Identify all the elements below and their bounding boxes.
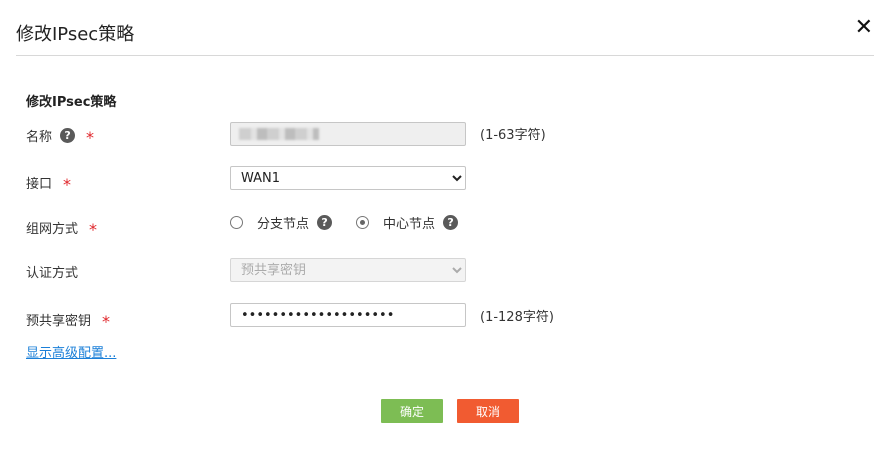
- radio-label: 分支节点: [257, 217, 310, 232]
- network-mode-label: 组网方式: [26, 222, 79, 237]
- help-icon[interactable]: ?: [60, 128, 76, 143]
- dialog-title: 修改IPsec策略: [16, 24, 135, 45]
- required-icon: *: [102, 312, 111, 331]
- required-icon: *: [89, 220, 98, 239]
- section-title: 修改IPsec策略: [26, 95, 117, 110]
- psk-hint: (1-128字符): [480, 310, 554, 325]
- name-value-redacted: [239, 128, 319, 140]
- interface-select[interactable]: WAN1: [230, 166, 466, 190]
- auth-method-label-row: 认证方式: [26, 262, 78, 281]
- name-label: 名称: [26, 130, 53, 145]
- close-icon[interactable]: ✕: [855, 17, 873, 39]
- radio-button-checked[interactable]: [356, 216, 370, 229]
- advanced-config-link[interactable]: 显示高级配置...: [26, 342, 116, 361]
- required-icon: *: [63, 175, 72, 194]
- header-divider: [16, 55, 874, 56]
- help-icon[interactable]: ?: [443, 215, 459, 230]
- psk-input[interactable]: [230, 303, 466, 327]
- radio-label: 中心节点: [383, 217, 436, 232]
- interface-label: 接口: [26, 177, 53, 192]
- auth-method-label: 认证方式: [26, 266, 79, 281]
- required-icon: *: [86, 128, 95, 147]
- interface-label-row: 接口 *: [26, 171, 71, 194]
- psk-label: 预共享密钥: [26, 314, 92, 329]
- ok-button[interactable]: 确定: [381, 399, 443, 423]
- psk-label-row: 预共享密钥 *: [26, 308, 110, 331]
- auth-method-select[interactable]: 预共享密钥: [230, 258, 466, 282]
- cancel-button[interactable]: 取消: [457, 399, 519, 423]
- radio-button[interactable]: [230, 216, 243, 229]
- name-field[interactable]: [230, 122, 466, 146]
- radio-branch-node[interactable]: 分支节点 ?: [230, 213, 333, 232]
- help-icon[interactable]: ?: [317, 215, 333, 230]
- network-mode-label-row: 组网方式 *: [26, 216, 97, 239]
- radio-center-node[interactable]: 中心节点 ?: [356, 213, 459, 232]
- name-hint: (1-63字符): [480, 128, 546, 143]
- network-mode-radio-group: 分支节点 ? 中心节点 ?: [230, 213, 482, 232]
- name-label-row: 名称 ? *: [26, 124, 94, 147]
